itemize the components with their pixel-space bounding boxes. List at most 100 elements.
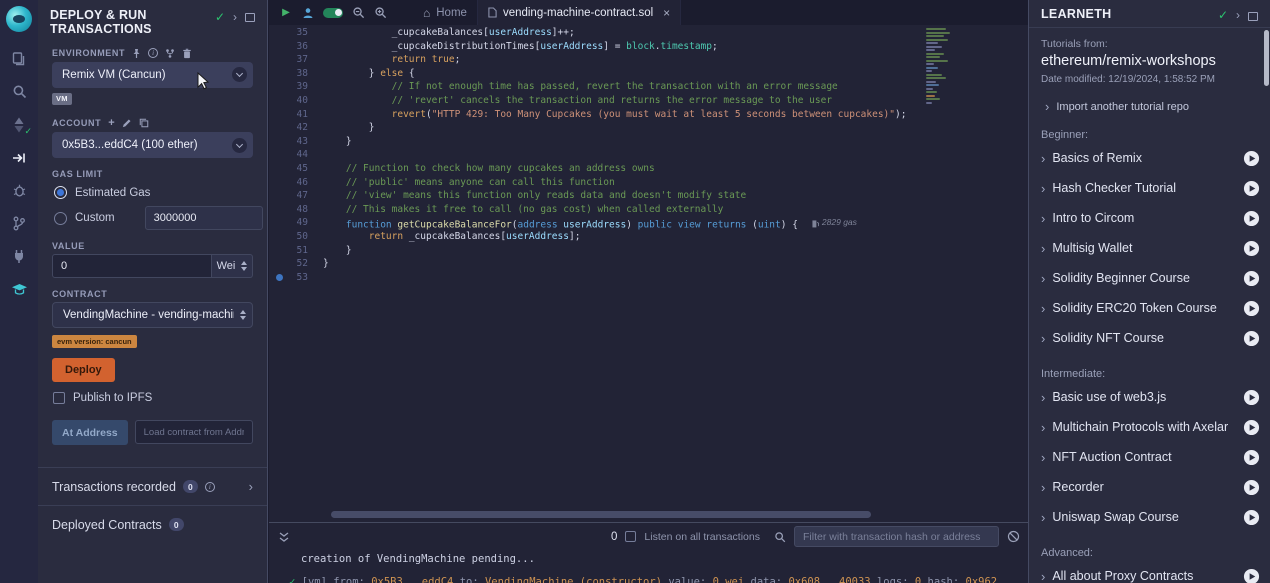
file-explorer-icon[interactable] (0, 42, 38, 75)
code-line[interactable]: 49 function getCupcakeBalanceFor(address… (269, 216, 1028, 230)
code-viewport[interactable]: 35 _cupcakeBalances[userAddress]++;36 _c… (269, 26, 1028, 508)
code-line[interactable]: 38 } else { (269, 67, 1028, 81)
code-line[interactable]: 51 } (269, 244, 1028, 258)
editor-minimap[interactable] (926, 28, 960, 104)
line-number[interactable]: 39 (269, 80, 323, 94)
tutorial-item[interactable]: ›Solidity ERC20 Token Course (1041, 293, 1260, 323)
line-number[interactable]: 48 (269, 203, 323, 217)
tutorial-item[interactable]: ›Hash Checker Tutorial (1041, 173, 1260, 203)
learneth-scrollbar[interactable] (1264, 30, 1269, 86)
line-number[interactable]: 45 (269, 162, 323, 176)
account-chevron-icon[interactable] (232, 138, 247, 153)
environment-chevron-icon[interactable] (232, 67, 247, 82)
zoom-in-icon[interactable] (369, 0, 391, 25)
line-number[interactable]: 51 (269, 244, 323, 258)
code-line[interactable]: 47 // 'view' means this function only re… (269, 189, 1028, 203)
code-line[interactable]: 36 _cupcakeDistributionTimes[userAddress… (269, 40, 1028, 54)
remix-logo-icon[interactable] (6, 6, 32, 32)
terminal-expand-icon[interactable] (279, 531, 289, 543)
fork-state-icon[interactable] (165, 48, 175, 59)
play-tutorial-button[interactable] (1243, 240, 1260, 257)
transactions-expand-chevron-icon[interactable]: › (249, 479, 253, 494)
delete-state-trash-icon[interactable] (182, 48, 192, 59)
play-tutorial-button[interactable] (1243, 300, 1260, 317)
line-number[interactable]: 52 (269, 257, 323, 271)
line-number[interactable]: 43 (269, 135, 323, 149)
tutorial-item[interactable]: ›All about Proxy Contracts (1041, 561, 1260, 583)
at-address-input[interactable] (135, 420, 253, 444)
value-unit-select[interactable]: Wei (212, 254, 253, 278)
code-line[interactable]: 45 // Function to check how many cupcake… (269, 162, 1028, 176)
panel-popout-icon[interactable] (245, 13, 255, 22)
tutorial-item[interactable]: ›Uniswap Swap Course (1041, 502, 1260, 532)
line-number[interactable]: 46 (269, 176, 323, 190)
import-tutorial-repo-row[interactable]: › Import another tutorial repo (1045, 99, 1258, 114)
edit-account-pencil-icon[interactable] (122, 118, 132, 128)
tutorial-item[interactable]: ›Intro to Circom (1041, 203, 1260, 233)
play-tutorial-button[interactable] (1243, 150, 1260, 167)
add-account-plus-icon[interactable]: + (108, 117, 114, 129)
clear-console-ban-icon[interactable] (1007, 530, 1020, 543)
contract-select[interactable]: VendingMachine - vending-machine-contrac… (52, 302, 253, 328)
play-tutorial-button[interactable] (1243, 270, 1260, 287)
debugger-icon[interactable] (0, 174, 38, 207)
line-number[interactable]: 37 (269, 53, 323, 67)
copy-account-icon[interactable] (139, 118, 149, 128)
horizontal-scrollbar[interactable] (331, 511, 871, 518)
run-script-button[interactable]: ▶ (275, 0, 297, 25)
deploy-and-run-icon[interactable] (0, 141, 38, 174)
line-number[interactable]: 49 (269, 216, 323, 230)
line-number[interactable]: 53 (269, 271, 323, 285)
code-line[interactable]: 50 return _cupcakeBalances[userAddress]; (269, 230, 1028, 244)
tutorial-item[interactable]: ›Recorder (1041, 472, 1260, 502)
environment-info-icon[interactable]: i (148, 48, 158, 58)
line-number[interactable]: 38 (269, 67, 323, 81)
search-icon[interactable] (0, 75, 38, 108)
solidity-compiler-icon[interactable]: ✓ (0, 108, 38, 141)
line-number[interactable]: 42 (269, 121, 323, 135)
environment-select[interactable]: Remix VM (Cancun) (52, 62, 253, 88)
value-input[interactable] (52, 254, 212, 278)
code-line[interactable]: 48 // This makes it free to call (no gas… (269, 203, 1028, 217)
line-number[interactable]: 44 (269, 148, 323, 162)
account-select[interactable]: 0x5B3...eddC4 (100 ether) (52, 132, 253, 158)
code-line[interactable]: 44 (269, 148, 1028, 162)
learneth-icon[interactable] (0, 273, 38, 306)
transactions-recorded-row[interactable]: Transactions recorded 0 i › (38, 467, 267, 505)
line-number[interactable]: 41 (269, 108, 323, 122)
tab-vending-machine-contract[interactable]: vending-machine-contract.sol × (478, 0, 681, 25)
tutorial-item[interactable]: ›Basic use of web3.js (1041, 382, 1260, 412)
code-line[interactable]: 37 return true; (269, 53, 1028, 67)
custom-gas-radio[interactable] (54, 212, 67, 225)
listen-all-transactions-checkbox[interactable] (625, 531, 636, 542)
learneth-popout-icon[interactable] (1248, 12, 1258, 21)
play-tutorial-button[interactable] (1243, 479, 1260, 496)
estimated-gas-radio[interactable] (54, 186, 67, 199)
ai-assistant-icon[interactable] (297, 0, 319, 25)
code-line[interactable]: 43 } (269, 135, 1028, 149)
play-tutorial-button[interactable] (1243, 509, 1260, 526)
deploy-button[interactable]: Deploy (52, 358, 115, 382)
plugin-manager-icon[interactable] (0, 240, 38, 273)
line-number[interactable]: 50 (269, 230, 323, 244)
code-line[interactable]: 53 (269, 271, 1028, 285)
learneth-collapse-chevron-icon[interactable]: › (1236, 8, 1240, 22)
close-tab-icon[interactable]: × (663, 6, 670, 20)
play-tutorial-button[interactable] (1243, 210, 1260, 227)
code-line[interactable]: 40 // 'revert' cancels the transaction a… (269, 94, 1028, 108)
source-control-icon[interactable] (0, 207, 38, 240)
pin-environment-icon[interactable] (132, 48, 141, 59)
panel-collapse-chevron-icon[interactable]: › (233, 10, 237, 24)
at-address-button[interactable]: At Address (52, 420, 128, 445)
play-tutorial-button[interactable] (1243, 449, 1260, 466)
line-number[interactable]: 36 (269, 40, 323, 54)
zoom-out-icon[interactable] (347, 0, 369, 25)
deployed-contracts-row[interactable]: Deployed Contracts 0 (38, 505, 267, 543)
code-line[interactable]: 52} (269, 257, 1028, 271)
line-number[interactable]: 35 (269, 26, 323, 40)
play-tutorial-button[interactable] (1243, 330, 1260, 347)
tutorial-item[interactable]: ›Multichain Protocols with Axelar (1041, 412, 1260, 442)
terminal-tx-log[interactable]: ✓ [vm] from: 0x5B3...eddC4 to: VendingMa… (269, 575, 1028, 583)
custom-gas-input[interactable] (145, 206, 263, 230)
code-line[interactable]: 35 _cupcakeBalances[userAddress]++; (269, 26, 1028, 40)
